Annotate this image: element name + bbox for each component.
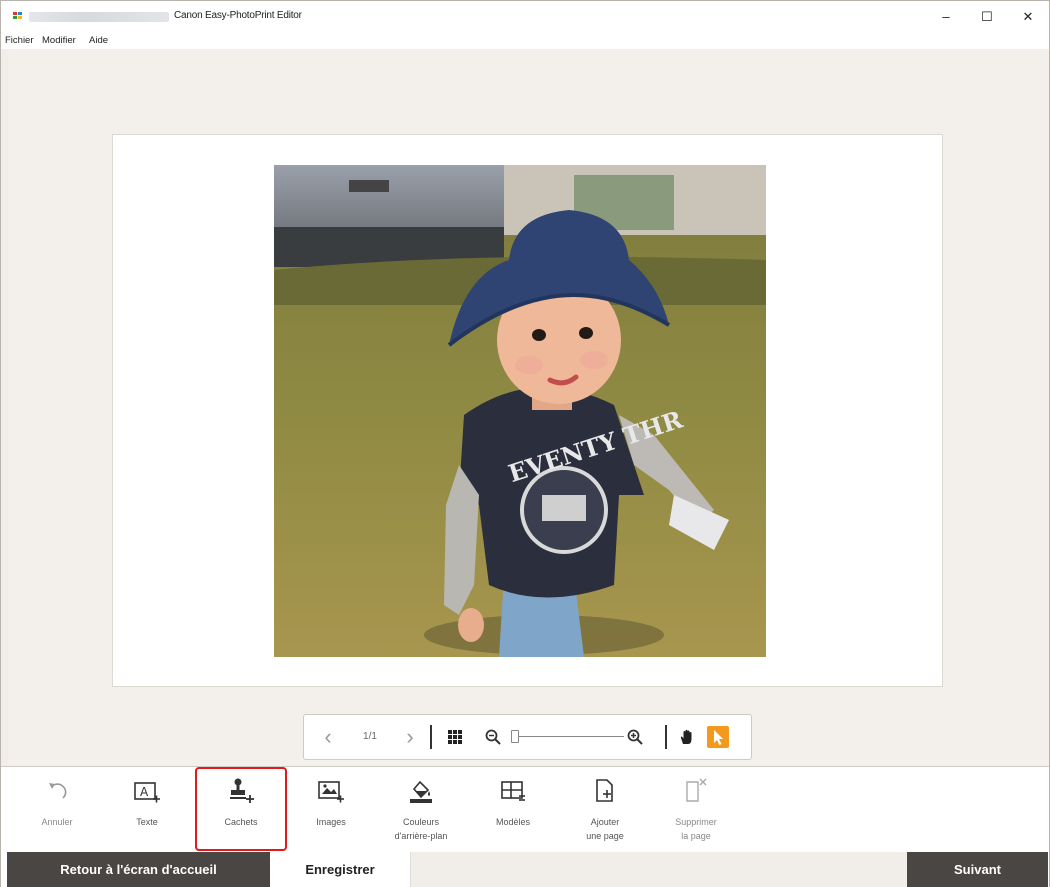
menu-help[interactable]: Aide bbox=[89, 35, 108, 46]
stamp-tool-highlight bbox=[195, 767, 287, 851]
svg-text:A: A bbox=[140, 785, 149, 799]
previous-page-button[interactable]: ‹ bbox=[314, 715, 342, 759]
child-photo-illustration: EVENTY THR bbox=[274, 165, 766, 657]
view-toolbar: ‹ 1/1 › bbox=[303, 714, 752, 760]
image-add-icon bbox=[318, 781, 344, 803]
tool-label: Ajouter une page bbox=[586, 817, 624, 841]
add-page-button[interactable]: Ajouter une page bbox=[565, 767, 645, 853]
maximize-button[interactable]: ☐ bbox=[967, 1, 1007, 33]
undo-button[interactable]: Annuler bbox=[17, 767, 97, 853]
zoom-out-icon[interactable] bbox=[482, 715, 504, 759]
text-add-icon: A bbox=[134, 782, 160, 803]
grid-view-icon[interactable] bbox=[444, 715, 466, 759]
tool-label: Modèles bbox=[495, 817, 531, 827]
add-image-button[interactable]: Images bbox=[291, 767, 371, 853]
page-indicator: 1/1 bbox=[363, 731, 377, 742]
title-bar: Canon Easy-PhotoPrint Editor – ☐ ✕ bbox=[1, 1, 1049, 33]
tool-label: Images bbox=[316, 817, 346, 827]
app-logo-icon bbox=[13, 12, 23, 20]
toolbar-divider bbox=[665, 725, 667, 749]
menu-edit[interactable]: Modifier bbox=[42, 35, 76, 46]
templates-button[interactable]: Modèles bbox=[473, 767, 553, 853]
menu-bar: Fichier Modifier Aide bbox=[1, 33, 1049, 49]
zoom-slider-track[interactable] bbox=[514, 736, 624, 737]
menu-file[interactable]: Fichier bbox=[5, 35, 34, 46]
tool-label: Texte bbox=[136, 817, 158, 827]
zoom-slider-thumb[interactable] bbox=[511, 730, 519, 743]
background-color-button[interactable]: Couleurs d'arrière-plan bbox=[375, 767, 467, 853]
undo-icon bbox=[49, 783, 67, 799]
select-pointer-icon[interactable] bbox=[707, 726, 729, 748]
next-button[interactable]: Suivant bbox=[907, 852, 1048, 887]
paint-bucket-icon bbox=[410, 780, 432, 803]
toolbar-divider bbox=[430, 725, 432, 749]
next-page-button[interactable]: › bbox=[396, 715, 424, 759]
save-button[interactable]: Enregistrer bbox=[270, 852, 411, 887]
photo[interactable]: EVENTY THR bbox=[274, 165, 766, 657]
footer-spacer bbox=[411, 852, 907, 887]
back-to-home-button[interactable]: Retour à l'écran d'accueil bbox=[7, 852, 270, 887]
delete-page-button[interactable]: Supprimer la page bbox=[656, 767, 736, 853]
delete-page-icon bbox=[686, 778, 707, 802]
document-name-blurred bbox=[29, 12, 169, 22]
add-text-button[interactable]: A Texte bbox=[107, 767, 187, 853]
tool-label: Annuler bbox=[41, 817, 73, 827]
footer-bar: Retour à l'écran d'accueil Enregistrer S… bbox=[1, 852, 1049, 887]
layout-icon bbox=[501, 781, 525, 801]
hand-pan-icon[interactable] bbox=[676, 715, 698, 759]
tool-label: Supprimer la page bbox=[675, 817, 717, 841]
minimize-button[interactable]: – bbox=[926, 1, 966, 33]
add-page-icon bbox=[596, 779, 613, 802]
app-window: Canon Easy-PhotoPrint Editor – ☐ ✕ Fichi… bbox=[0, 0, 1050, 887]
window-title: Canon Easy-PhotoPrint Editor bbox=[174, 10, 302, 21]
tool-label: Couleurs d'arrière-plan bbox=[394, 817, 448, 841]
close-button[interactable]: ✕ bbox=[1008, 1, 1048, 33]
zoom-in-icon[interactable] bbox=[624, 715, 646, 759]
tool-ribbon: Annuler A Texte Cachets Images Couleurs … bbox=[1, 766, 1049, 852]
